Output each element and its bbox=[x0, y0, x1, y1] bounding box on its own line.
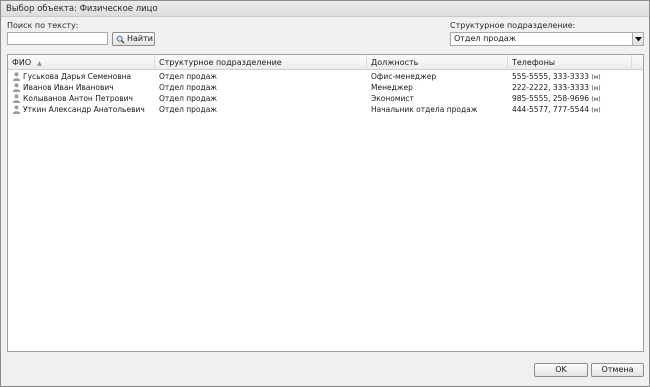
column-header-phones[interactable]: Телефоны bbox=[508, 55, 632, 70]
window-title: Выбор объекта: Физическое лицо bbox=[1, 1, 649, 17]
cell-department: Отдел продаж bbox=[159, 83, 218, 92]
find-button-label: Найти bbox=[127, 34, 153, 43]
selection-dialog: Выбор объекта: Физическое лицо Поиск по … bbox=[0, 0, 650, 387]
cell-department: Отдел продаж bbox=[159, 72, 218, 81]
cell-name: Иванов Иван Иванович bbox=[23, 83, 114, 92]
search-label: Поиск по тексту: bbox=[7, 21, 79, 30]
cell-position: Офис-менеджер bbox=[371, 72, 437, 81]
cell-phones: 222-2222, 333-3333 (м) bbox=[512, 83, 601, 92]
cell-position: Менеджер bbox=[371, 83, 413, 92]
person-icon bbox=[12, 105, 21, 114]
table-row[interactable]: Иванов Иван Иванович Отдел продаж Менедж… bbox=[8, 82, 643, 93]
search-input[interactable] bbox=[7, 32, 108, 45]
cell-name: Колыванов Антон Петрович bbox=[23, 94, 133, 103]
dropdown-toggle[interactable] bbox=[632, 33, 643, 45]
table-header: ФИО ▲ Структурное подразделение Должность… bbox=[8, 55, 643, 70]
ok-button[interactable]: OK bbox=[534, 363, 588, 377]
person-icon bbox=[12, 94, 21, 103]
sort-asc-icon: ▲ bbox=[37, 60, 42, 67]
department-label: Структурное подразделение: bbox=[450, 21, 576, 30]
person-icon bbox=[12, 83, 21, 92]
table-row[interactable]: Гуськова Дарья Семеновна Отдел продаж Оф… bbox=[8, 71, 643, 82]
cell-position: Экономист bbox=[371, 94, 414, 103]
chevron-down-icon bbox=[634, 36, 642, 41]
department-selected-value: Отдел продаж bbox=[454, 34, 516, 43]
cell-phones: 555-5555, 333-3333 (м) bbox=[512, 72, 601, 81]
cell-department: Отдел продаж bbox=[159, 105, 218, 114]
cell-phones: 444-5577, 777-5544 (м) bbox=[512, 105, 601, 114]
column-header-department[interactable]: Структурное подразделение bbox=[155, 55, 367, 70]
table-row[interactable]: Уткин Александр Анатольевич Отдел продаж… bbox=[8, 104, 643, 115]
find-button[interactable]: Найти bbox=[112, 32, 155, 46]
cell-name: Гуськова Дарья Семеновна bbox=[23, 72, 132, 81]
column-header-name[interactable]: ФИО ▲ bbox=[8, 55, 155, 70]
column-header-position[interactable]: Должность bbox=[367, 55, 508, 70]
person-icon bbox=[12, 72, 21, 81]
department-select[interactable]: Отдел продаж bbox=[450, 32, 644, 46]
cancel-button[interactable]: Отмена bbox=[591, 363, 644, 377]
search-icon bbox=[116, 35, 125, 44]
cell-phones: 985-5555, 258-9696 (м) bbox=[512, 94, 601, 103]
table-row[interactable]: Колыванов Антон Петрович Отдел продаж Эк… bbox=[8, 93, 643, 104]
cell-department: Отдел продаж bbox=[159, 94, 218, 103]
cell-name: Уткин Александр Анатольевич bbox=[23, 105, 145, 114]
cell-position: Начальник отдела продаж bbox=[371, 105, 478, 114]
employees-table: ФИО ▲ Структурное подразделение Должность… bbox=[7, 54, 644, 352]
